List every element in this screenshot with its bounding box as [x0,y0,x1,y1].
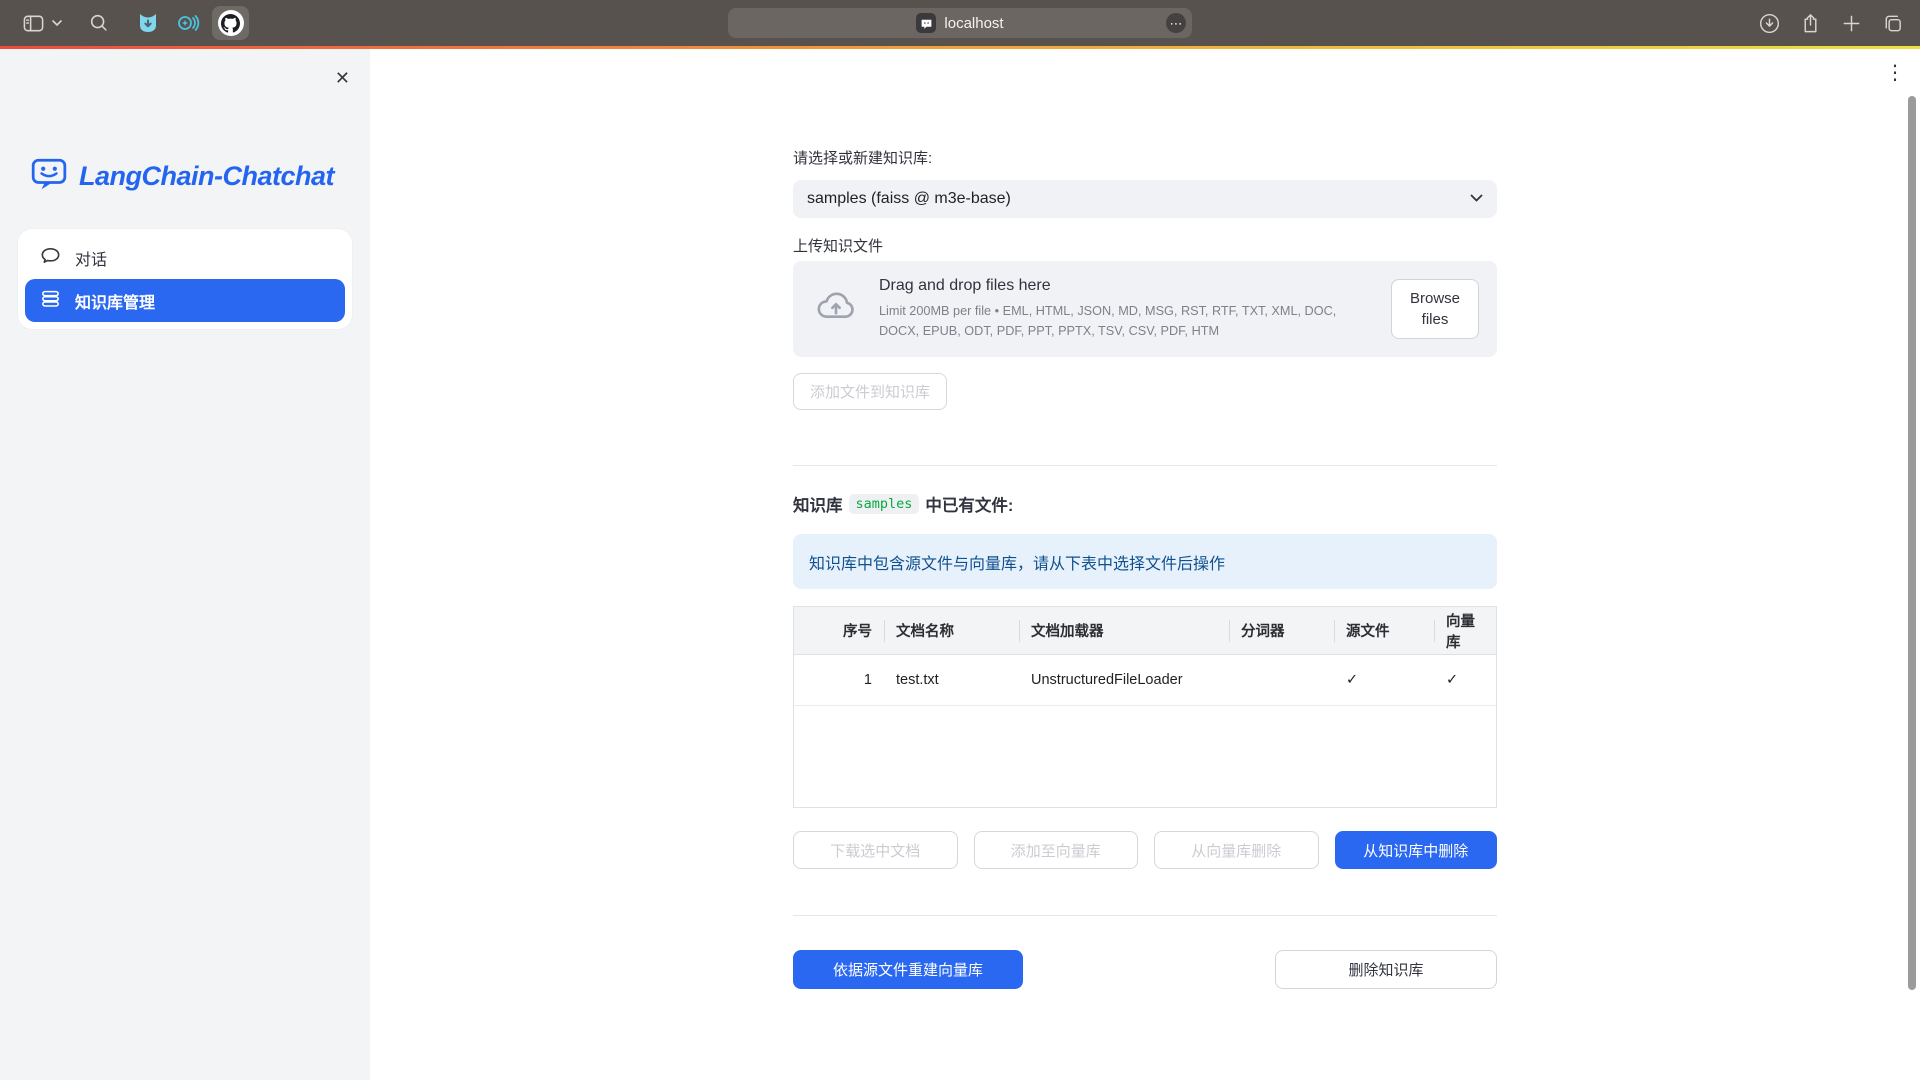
ellipsis-icon[interactable]: ⋯ [1166,13,1186,33]
info-message: 知识库中包含源文件与向量库，请从下表中选择文件后操作 [793,534,1497,589]
kebab-menu-icon[interactable]: ⋮ [1885,63,1905,83]
cell-loader: UnstructuredFileLoader [1019,655,1229,705]
col-header-loader[interactable]: 文档加载器 [1019,607,1229,654]
cell-vector-check: ✓ [1434,655,1496,705]
delete-from-vectorstore-button[interactable]: 从向量库删除 [1154,831,1319,869]
browser-toolbar: localhost ⋯ [0,0,1920,46]
cell-splitter [1229,655,1334,705]
dropzone-limit: Limit 200MB per file • EML, HTML, JSON, … [879,302,1373,341]
cell-source-check: ✓ [1334,655,1434,705]
col-header-name[interactable]: 文档名称 [884,607,1019,654]
delete-kb-button[interactable]: 删除知识库 [1275,950,1497,989]
heading-suffix: 中已有文件: [925,492,1013,516]
vertical-scrollbar[interactable] [1908,96,1916,990]
search-icon[interactable] [88,12,110,34]
files-table: 序号 文档名称 文档加载器 分词器 源文件 向量库 1 test.txt Uns… [793,606,1497,808]
rebuild-vectorstore-button[interactable]: 依据源文件重建向量库 [793,950,1023,989]
sidebar-item-knowledge-base[interactable]: 知识库管理 [25,279,345,322]
database-icon [39,287,62,315]
cell-name: test.txt [884,655,1019,705]
download-icon[interactable] [1758,12,1781,35]
delete-from-kb-button[interactable]: 从知识库中删除 [1335,831,1498,869]
col-header-vector[interactable]: 向量库 [1434,607,1496,654]
sidebar-item-label: 知识库管理 [75,289,155,313]
cloud-upload-icon [815,286,857,333]
download-selected-button[interactable]: 下载选中文档 [793,831,958,869]
browse-files-button[interactable]: Browse files [1391,279,1479,339]
add-to-vectorstore-button[interactable]: 添加至向量库 [974,831,1139,869]
tabs-overview-icon[interactable] [1881,12,1904,35]
select-chevron-icon [1470,190,1483,208]
new-tab-icon[interactable] [1840,12,1863,35]
main-area: ⋮ 请选择或新建知识库: samples (faiss @ m3e-base) … [370,49,1920,1080]
table-empty-area [794,705,1496,807]
col-header-index[interactable]: 序号 [794,607,884,654]
dropzone-title: Drag and drop files here [879,277,1373,295]
address-bar[interactable]: localhost ⋯ [728,8,1192,38]
heading-prefix: 知识库 [793,492,843,516]
address-url: localhost [944,15,1003,32]
share-icon[interactable] [1799,12,1822,35]
upload-label: 上传知识文件 [793,235,1497,256]
chat-bubble-icon [39,244,62,272]
github-app-icon[interactable] [212,6,249,40]
table-row[interactable]: 1 test.txt UnstructuredFileLoader ✓ ✓ [794,655,1496,705]
close-icon[interactable]: ✕ [335,69,350,87]
divider [793,465,1497,466]
site-favicon-icon [916,13,936,33]
divider [793,915,1497,916]
add-files-button[interactable]: 添加文件到知识库 [793,373,947,410]
kb-name-code: samples [849,494,920,514]
app-logo: LangChain-Chatchat [30,155,370,198]
file-dropzone[interactable]: Drag and drop files here Limit 200MB per… [793,261,1497,357]
sidebar: ✕ LangChain-Chatchat 对 [0,49,370,1080]
logo-chat-icon [30,155,68,198]
sidebar-menu: 对话 知识库管理 [18,229,352,329]
kb-select[interactable]: samples (faiss @ m3e-base) [793,180,1497,218]
col-header-source[interactable]: 源文件 [1334,607,1434,654]
logo-text: LangChain-Chatchat [79,161,334,192]
sidebar-toggle-icon[interactable] [22,12,45,35]
chevron-down-icon[interactable] [52,20,62,27]
sidebar-item-dialogue[interactable]: 对话 [25,236,345,279]
cell-index: 1 [794,655,884,705]
circles-star-app-icon[interactable] [175,11,200,35]
github-logo [218,10,244,36]
kb-select-value: samples (faiss @ m3e-base) [807,190,1011,208]
cat-app-icon[interactable] [136,11,160,35]
sidebar-item-label: 对话 [75,246,107,270]
table-header-row: 序号 文档名称 文档加载器 分词器 源文件 向量库 [794,607,1496,655]
kb-files-heading: 知识库 samples 中已有文件: [793,492,1497,516]
col-header-splitter[interactable]: 分词器 [1229,607,1334,654]
kb-select-label: 请选择或新建知识库: [793,147,1497,168]
